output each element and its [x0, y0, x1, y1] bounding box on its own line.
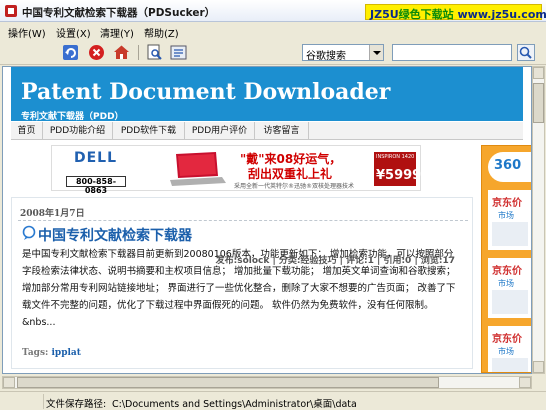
- post-title[interactable]: 中国专利文献检索下载器: [38, 225, 192, 245]
- nav-reviews[interactable]: PDD用户评价: [185, 122, 255, 140]
- search-input[interactable]: [392, 44, 512, 61]
- side-ad-block: 京东价 市场: [488, 326, 531, 372]
- scroll-thumb[interactable]: [533, 83, 544, 123]
- scroll-left-button[interactable]: [3, 377, 15, 388]
- post-tags: Tags: ipplat: [22, 348, 81, 358]
- nav-download[interactable]: PDD软件下载: [113, 122, 185, 140]
- scroll-right-button[interactable]: [519, 377, 531, 388]
- price-value: ¥5999: [376, 168, 422, 183]
- site-subtitle: 专利文献下载器（PDD）: [21, 112, 124, 122]
- price-model: INSPIRON 1420: [376, 154, 415, 160]
- price-badge: INSPIRON 1420 ¥5999: [374, 152, 421, 186]
- title-bar: 中国专利文献检索下载器（PDSucker） JZ5U绿色下载站 www.jz5u…: [0, 0, 546, 22]
- post-meta: 发布:solock | 分类:经验技巧 | 评论:1 | 引用:0 | 浏览:1…: [215, 256, 455, 266]
- search-go-icon[interactable]: [517, 44, 535, 61]
- dell-logo: DELL: [74, 150, 118, 166]
- site-header: Patent Document Downloader 专利文献下载器（PDD）: [11, 67, 523, 122]
- menu-operate[interactable]: 操作(W): [8, 25, 46, 40]
- laptop-image: [170, 152, 226, 186]
- post-divider: [18, 220, 468, 221]
- side-ad-block: 京东价 市场: [488, 190, 531, 250]
- site-nav: 首页 PDD功能介绍 PDD软件下载 PDD用户评价 访客留言: [11, 122, 523, 140]
- watermark-url: www.jz5u.com: [457, 8, 546, 21]
- tags-label: Tags:: [22, 348, 49, 358]
- blog-post: 2008年1月7日 中国专利文献检索下载器 是中国专利文献检索下载器目前更新到2…: [11, 197, 473, 369]
- search-page-icon[interactable]: [146, 44, 163, 61]
- zoom-icon[interactable]: [170, 44, 187, 61]
- refresh-icon[interactable]: [62, 44, 79, 61]
- site-title: Patent Document Downloader: [21, 79, 391, 105]
- side-ad[interactable]: 360 京东价 市场 京东价 市场 京东价 市场: [481, 145, 531, 373]
- nav-features[interactable]: PDD功能介绍: [43, 122, 113, 140]
- toolbar-separator: [138, 45, 139, 60]
- scroll-up-button[interactable]: [533, 67, 544, 79]
- menu-settings[interactable]: 设置(X): [56, 25, 91, 40]
- horizontal-scrollbar[interactable]: [2, 376, 532, 389]
- watermark-green: 绿色下载站: [398, 8, 454, 21]
- status-divider: [0, 394, 44, 409]
- window-title: 中国专利文献检索下载器（PDSucker）: [22, 7, 216, 19]
- save-path-value: C:\Documents and Settings\Administrator\…: [112, 399, 357, 410]
- speech-bubble-icon: [22, 225, 36, 240]
- ad-subheadline: 刮出双重礼上礼: [248, 167, 333, 181]
- chevron-down-icon[interactable]: [369, 45, 383, 60]
- save-path-label: 文件保存路径:: [46, 399, 107, 410]
- stop-icon[interactable]: [88, 44, 105, 61]
- toolbar: 谷歌搜索: [0, 40, 546, 65]
- search-engine-select[interactable]: 谷歌搜索: [302, 44, 384, 62]
- dell-phone: 800-858-0863: [66, 176, 126, 195]
- post-date: 2008年1月7日: [20, 209, 85, 219]
- side-ad-block: 京东价 市场: [488, 258, 531, 318]
- browser-viewport[interactable]: Patent Document Downloader 专利文献下载器（PDD） …: [2, 66, 532, 374]
- nav-home[interactable]: 首页: [11, 122, 43, 140]
- watermark-banner: JZ5U绿色下载站 www.jz5u.com: [365, 4, 546, 21]
- scroll-down-button[interactable]: [533, 361, 544, 373]
- app-icon: [5, 5, 17, 17]
- menu-bar: 操作(W) 设置(X) 清理(Y) 帮助(Z): [0, 22, 546, 40]
- search-engine-value: 谷歌搜索: [306, 51, 346, 62]
- vertical-scrollbar[interactable]: [532, 66, 545, 374]
- tag-link[interactable]: ipplat: [52, 348, 81, 358]
- watermark-prefix: JZ5U: [370, 8, 399, 21]
- logo-360: 360: [488, 152, 531, 182]
- nav-guestbook[interactable]: 访客留言: [255, 122, 309, 140]
- home-icon[interactable]: [113, 44, 130, 61]
- scroll-thumb[interactable]: [17, 377, 439, 388]
- menu-help[interactable]: 帮助(Z): [144, 25, 179, 40]
- menu-cleanup[interactable]: 清理(Y): [100, 25, 134, 40]
- ad-finetext: 采用全新一代英特尔®迅驰®双核处理器技术: [234, 183, 355, 190]
- banner-ad[interactable]: DELL 800-858-0863 "戴"来08好运气， 刮出双重礼上礼 采用全…: [51, 145, 421, 195]
- status-bar: 文件保存路径: C:\Documents and Settings\Admini…: [0, 391, 546, 410]
